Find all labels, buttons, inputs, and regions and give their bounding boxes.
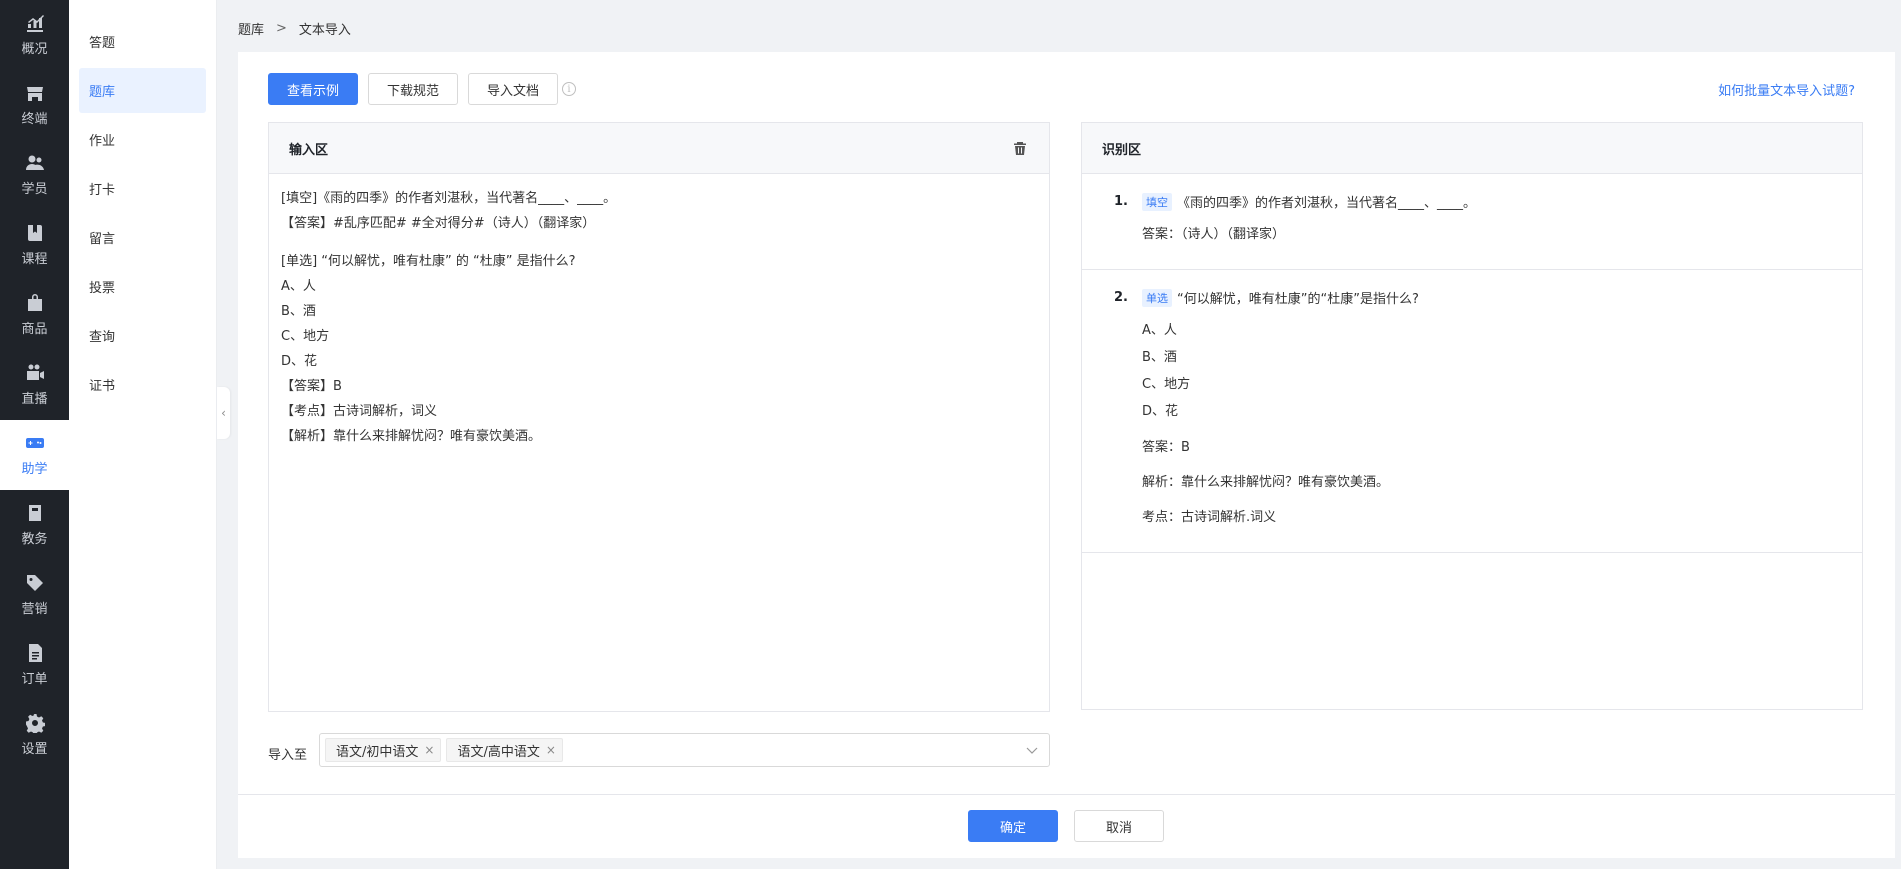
- nav-item-learning[interactable]: 助学: [0, 420, 69, 490]
- submenu-item-vote[interactable]: 投票: [79, 264, 206, 309]
- question-title: 1. 填空 《雨的四季》的作者刘湛秋，当代著名____、____。: [1114, 192, 1862, 211]
- question-number: 1.: [1114, 194, 1128, 209]
- book-icon: [25, 223, 45, 243]
- cancel-button[interactable]: 取消: [1074, 810, 1164, 842]
- footer-bar: 确定 取消: [238, 794, 1895, 858]
- input-line: 【答案】B: [281, 379, 342, 394]
- nav-item-courses[interactable]: 课程: [0, 210, 69, 280]
- submenu-item-homework[interactable]: 作业: [79, 117, 206, 162]
- breadcrumb-separator: >: [276, 21, 287, 36]
- input-line: B、酒: [281, 304, 316, 319]
- input-line: D、花: [281, 354, 318, 369]
- download-spec-button[interactable]: 下载规范: [368, 73, 458, 105]
- question-block: 1. 填空 《雨的四季》的作者刘湛秋，当代著名____、____。 答案：（诗人…: [1082, 174, 1862, 270]
- input-line: 【考点】古诗词解析，词义: [281, 404, 438, 419]
- question-option: B、酒: [1142, 350, 1177, 365]
- question-block: 2. 单选 “何以解忧，唯有杜康”的“杜康”是指什么? A、人 B、酒 C、地方…: [1082, 270, 1862, 553]
- close-icon[interactable]: ×: [546, 743, 556, 757]
- import-document-button[interactable]: 导入文档: [468, 73, 558, 105]
- breadcrumb-current: 文本导入: [298, 23, 351, 38]
- trash-icon[interactable]: [1013, 141, 1027, 155]
- info-icon[interactable]: i: [562, 82, 576, 96]
- nav-item-students[interactable]: 学员: [0, 140, 69, 210]
- breadcrumb-question-bank[interactable]: 题库: [238, 19, 264, 38]
- tag-icon: [25, 573, 45, 593]
- submenu-item-message[interactable]: 留言: [79, 215, 206, 260]
- question-text: 《雨的四季》的作者刘湛秋，当代著名____、____。: [1177, 196, 1477, 211]
- nav-item-orders[interactable]: 订单: [0, 630, 69, 700]
- input-line: C、地方: [281, 329, 330, 344]
- text-input-area[interactable]: [填空]《雨的四季》的作者刘湛秋，当代著名____、____。 【答案】#乱序匹…: [269, 174, 1049, 461]
- submenu-item-checkin[interactable]: 打卡: [79, 166, 206, 211]
- question-answer: 答案：B: [1142, 439, 1190, 455]
- confirm-button[interactable]: 确定: [968, 810, 1058, 842]
- breadcrumb: 题库 > 文本导入: [238, 19, 351, 38]
- category-chip: 语文/高中语文 ×: [446, 738, 563, 762]
- document-icon: [25, 643, 45, 663]
- question-option: D、花: [1142, 404, 1179, 419]
- nav-item-academic[interactable]: 教务: [0, 490, 69, 560]
- nav-item-live[interactable]: 直播: [0, 350, 69, 420]
- nav-item-marketing[interactable]: 营销: [0, 560, 69, 630]
- gamepad-icon: [25, 433, 45, 453]
- chevron-left-icon: ‹: [221, 406, 226, 420]
- gear-icon: [25, 713, 45, 733]
- question-knowledge-point: 考点：古诗词解析.词义: [1142, 509, 1277, 525]
- recognize-panel: 识别区 1. 填空 《雨的四季》的作者刘湛秋，当代著名____、____。 答案…: [1081, 122, 1863, 710]
- input-line: A、人: [281, 279, 316, 294]
- recognize-panel-title: 识别区: [1102, 142, 1142, 158]
- chip-label: 语文/高中语文: [457, 744, 540, 760]
- input-panel-header: 输入区: [269, 123, 1049, 174]
- text-import-card: 查看示例 下载规范 导入文档 i 如何批量文本导入试题? 输入区 [填空]《雨的…: [238, 52, 1895, 858]
- question-option: C、地方: [1142, 377, 1191, 392]
- input-panel-title: 输入区: [289, 142, 329, 158]
- question-option: A、人: [1142, 323, 1177, 338]
- nav-item-overview[interactable]: 概况: [0, 0, 69, 70]
- question-type-badge: 单选: [1142, 288, 1172, 307]
- main-nav: 概况 终端 学员 课程 商品 直播 助学 教务 营销 订单 设置: [0, 0, 69, 869]
- input-line: 【解析】靠什么来排解忧闷？唯有豪饮美酒。: [281, 429, 542, 444]
- close-icon[interactable]: ×: [424, 743, 434, 757]
- submenu-item-question-bank[interactable]: 题库: [79, 68, 206, 113]
- question-analysis: 解析：靠什么来排解忧闷？唯有豪饮美酒。: [1142, 474, 1390, 490]
- submenu-item-certificate[interactable]: 证书: [79, 362, 206, 407]
- sub-menu: 答题 题库 作业 打卡 留言 投票 查询 证书: [69, 0, 217, 869]
- recognize-panel-header: 识别区: [1082, 123, 1862, 174]
- input-panel: 输入区 [填空]《雨的四季》的作者刘湛秋，当代著名____、____。 【答案】…: [268, 122, 1050, 712]
- nav-item-products[interactable]: 商品: [0, 280, 69, 350]
- view-example-button[interactable]: 查看示例: [268, 73, 358, 105]
- help-link[interactable]: 如何批量文本导入试题?: [1718, 80, 1855, 99]
- collapse-submenu-button[interactable]: ‹: [217, 387, 230, 439]
- input-line: [填空]《雨的四季》的作者刘湛秋，当代著名____、____。: [281, 191, 617, 206]
- notebook-icon: [25, 503, 45, 523]
- question-text: “何以解忧，唯有杜康”的“杜康”是指什么?: [1177, 292, 1419, 307]
- nav-item-terminal[interactable]: 终端: [0, 70, 69, 140]
- store-icon: [25, 83, 45, 103]
- question-answer: 答案：（诗人）（翻译家）: [1142, 227, 1286, 242]
- import-to-label: 导入至: [268, 748, 308, 763]
- submenu-item-query[interactable]: 查询: [79, 313, 206, 358]
- bag-icon: [25, 293, 45, 313]
- category-select[interactable]: 语文/初中语文 × 语文/高中语文 ×: [319, 733, 1050, 767]
- question-number: 2.: [1114, 290, 1128, 305]
- nav-item-settings[interactable]: 设置: [0, 700, 69, 770]
- users-icon: [25, 153, 45, 173]
- question-type-badge: 填空: [1142, 192, 1172, 211]
- input-line: [单选] “何以解忧，唯有杜康” 的 “杜康” 是指什么?: [281, 254, 576, 269]
- category-chip: 语文/初中语文 ×: [325, 738, 442, 762]
- submenu-item-quiz[interactable]: 答题: [79, 19, 206, 64]
- question-title: 2. 单选 “何以解忧，唯有杜康”的“杜康”是指什么?: [1114, 288, 1862, 307]
- video-icon: [25, 363, 45, 383]
- chip-label: 语文/初中语文: [336, 744, 419, 760]
- chart-icon: [25, 13, 45, 33]
- input-line: 【答案】#乱序匹配# #全对得分#（诗人）（翻译家）: [281, 216, 596, 231]
- chevron-down-icon[interactable]: [1025, 743, 1039, 757]
